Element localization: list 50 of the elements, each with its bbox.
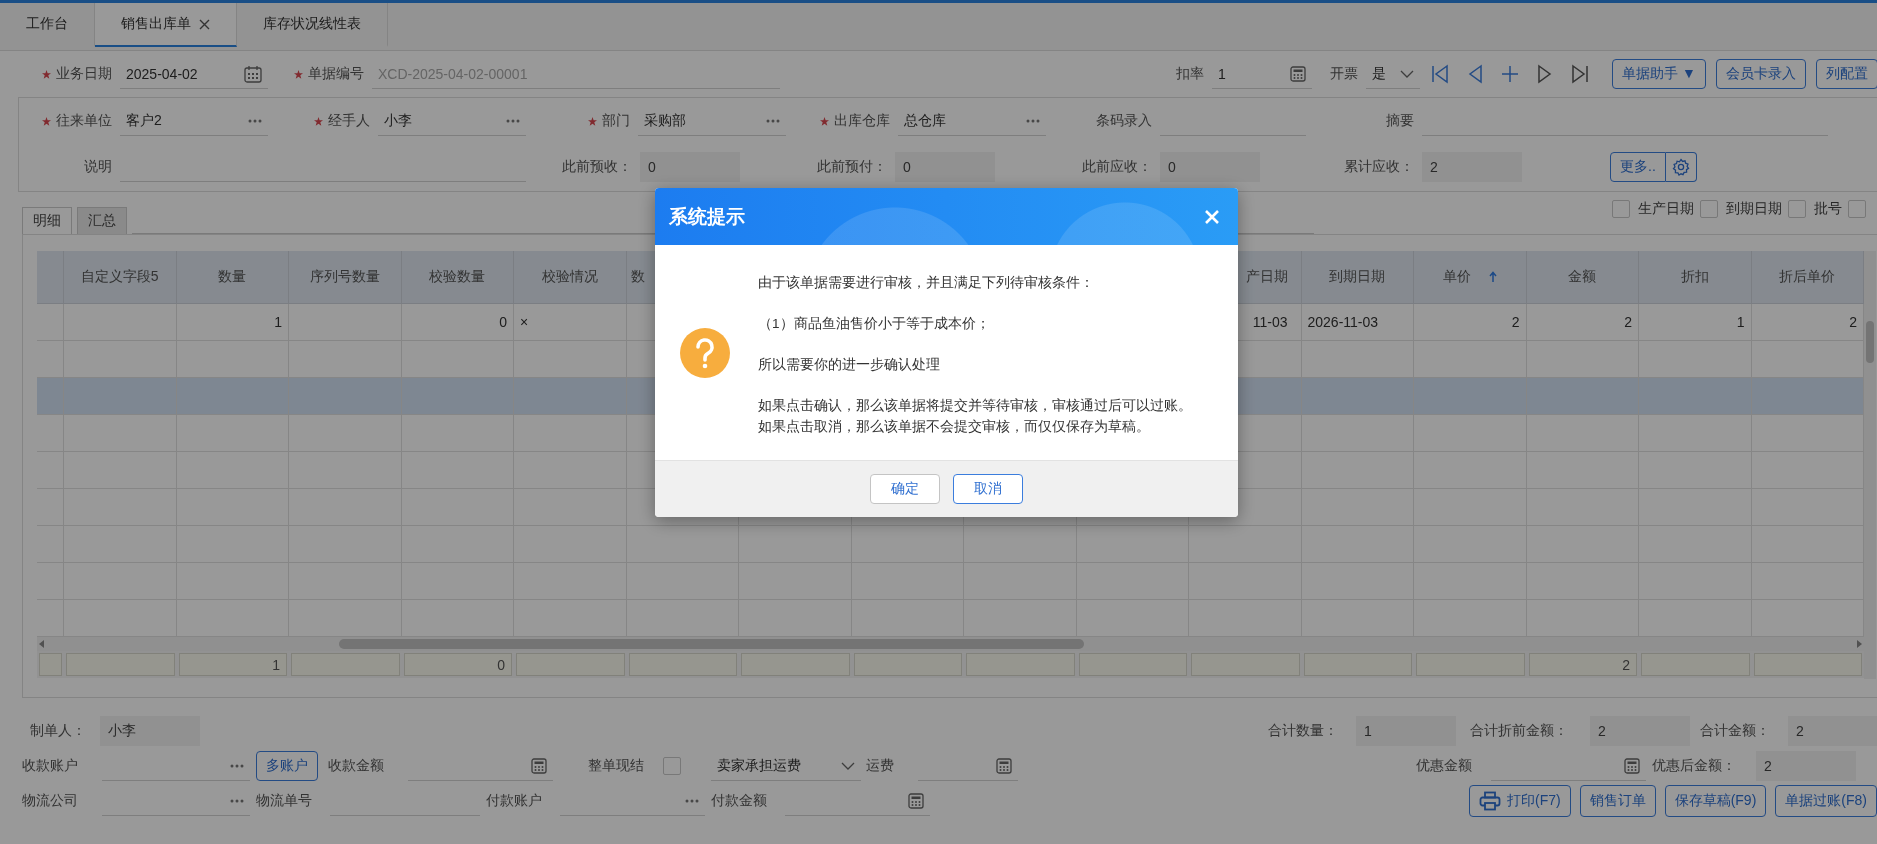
field-label: 开票 — [1330, 65, 1358, 83]
summary-cell: 0 — [403, 653, 512, 676]
dialog-message: 所以需要你的进一步确认处理 — [758, 356, 941, 374]
summary-cell: 2 — [1528, 653, 1637, 676]
field-label: 条码录入 — [1096, 112, 1152, 130]
field-label: 此前应收： — [1082, 158, 1152, 176]
field-label: 整单现结 — [588, 757, 644, 775]
checkbox-label: 到期日期 — [1726, 200, 1782, 218]
field-label: 业务日期 — [56, 65, 112, 83]
checkbox-label: 批号 — [1814, 200, 1842, 218]
summary-cell: 1 — [178, 653, 287, 676]
value-display: 2 — [1590, 716, 1690, 746]
dialog-message: 如果点击确认，那么该单据将提交并等待审核，审核通过后可以过账。 — [758, 397, 1192, 415]
field-label: 此前预收： — [562, 158, 632, 176]
dialog-message: 如果点击取消，那么该单据不会提交审核，而仅仅保存为草稿。 — [758, 418, 1151, 436]
field-label: 优惠金额 — [1416, 757, 1472, 775]
field-label: 物流公司 — [22, 792, 78, 810]
field-label: 合计折前金额： — [1470, 722, 1568, 740]
dialog-message: 由于该单据需要进行审核，并且满足下列待审核条件： — [758, 274, 1095, 292]
dialog-title: 系统提示 — [669, 204, 745, 229]
field-label: 部门 — [602, 112, 630, 130]
field-label: 累计应收： — [1344, 158, 1414, 176]
field-label: 运费 — [866, 757, 894, 775]
field-label: 此前预付： — [817, 158, 887, 176]
field-label: 往来单位 — [56, 112, 112, 130]
field-label: 摘要 — [1386, 112, 1414, 130]
checkbox-label: 生产日期 — [1638, 200, 1694, 218]
field-label: 经手人 — [328, 112, 370, 130]
field-label: 付款账户 — [486, 792, 542, 810]
value-display: 2 — [1422, 152, 1522, 182]
value-display: 0 — [640, 152, 740, 182]
field-label: 合计数量： — [1268, 722, 1338, 740]
field-label: 制单人： — [30, 722, 86, 740]
value-display: 小李 — [100, 716, 200, 746]
field-label: 扣率 — [1176, 65, 1204, 83]
field-label: 合计金额： — [1700, 722, 1770, 740]
field-label: 收款金额 — [328, 757, 384, 775]
field-label: 出库仓库 — [834, 112, 890, 130]
value-display: 0 — [1160, 152, 1260, 182]
field-label: 物流单号 — [256, 792, 312, 810]
field-label: 单据编号 — [308, 65, 364, 83]
field-label: 优惠后金额： — [1652, 757, 1736, 775]
field-label: 付款金额 — [711, 792, 767, 810]
value-display: 2 — [1788, 716, 1877, 746]
value-display: 2 — [1756, 751, 1856, 781]
value-display: 0 — [895, 152, 995, 182]
value-display: 1 — [1356, 716, 1456, 746]
field-label: 说明 — [84, 158, 112, 176]
field-label: 收款账户 — [22, 757, 78, 775]
dialog-message: （1）商品鱼油售价小于等于成本价； — [758, 315, 991, 333]
